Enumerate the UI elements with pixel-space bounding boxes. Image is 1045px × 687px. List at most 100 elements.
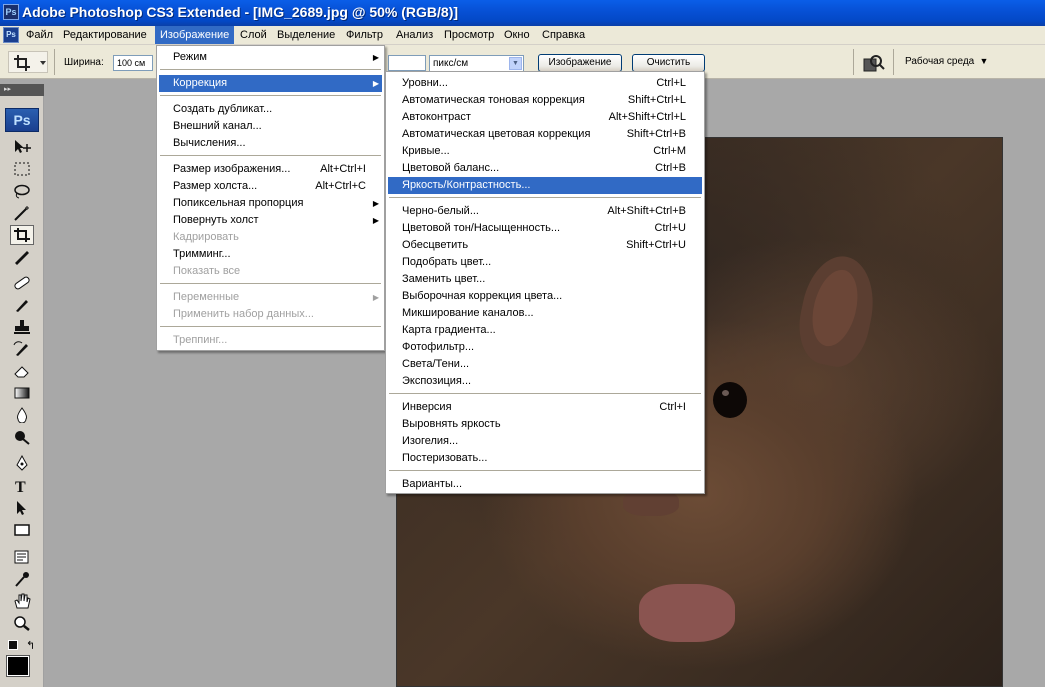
menu-item-calculations[interactable]: Вычисления... [159,135,382,152]
foreground-color-swatch[interactable] [6,655,30,677]
menu-item-shortcut: Alt+Shift+Ctrl+L [608,111,686,123]
menu-item-label: Треппинг... [173,334,228,346]
photoshop-logo[interactable]: Ps [5,108,39,132]
width-label: Ширина: [64,57,104,68]
menu-layer[interactable]: Слой [235,26,272,44]
menu-select[interactable]: Выделение [272,26,340,44]
menu-item-equalize[interactable]: Выровнять яркость [388,416,702,433]
menu-item-label: Показать все [173,265,241,277]
menu-item-invert[interactable]: Инверсия Ctrl+I [388,399,702,416]
magic-wand-tool[interactable] [10,203,34,223]
brush-tool[interactable] [10,295,34,315]
menu-item-gradient-map[interactable]: Карта градиента... [388,322,702,339]
resolution-field[interactable] [388,55,426,71]
menu-item-exposure[interactable]: Экспозиция... [388,373,702,390]
menu-item-brightness-contrast[interactable]: Яркость/Контрастность... [388,177,702,194]
document-icon[interactable]: Ps [3,27,19,43]
menu-item-canvas-size[interactable]: Размер холста... Alt+Ctrl+C [159,178,382,195]
zoom-tool[interactable] [10,613,34,633]
menu-item-auto-color[interactable]: Автоматическая цветовая коррекция Shift+C… [388,126,702,143]
menu-item-image-size[interactable]: Размер изображения... Alt+Ctrl+I [159,161,382,178]
menu-image[interactable]: Изображение [155,26,235,44]
eraser-tool[interactable] [10,361,34,381]
width-field[interactable]: 100 см [113,55,153,71]
gradient-tool[interactable] [10,383,34,403]
menu-item-shadows-highlights[interactable]: Света/Тени... [388,356,702,373]
bridge-button[interactable] [862,53,886,73]
menu-item-mode[interactable]: Режим ▶ [159,49,382,66]
menu-item-shortcut: Ctrl+B [655,162,686,174]
hand-tool[interactable] [10,591,34,611]
crop-tool[interactable] [10,225,34,245]
menu-item-threshold[interactable]: Изогелия... [388,433,702,450]
marquee-tool[interactable] [10,159,34,179]
menu-item-rotate-canvas[interactable]: Повернуть холст ▶ [159,212,382,229]
menu-help[interactable]: Справка [537,26,590,44]
gradient-icon [14,387,30,399]
menu-item-label: Уровни... [402,77,448,89]
menu-item-shortcut: Shift+Ctrl+L [627,94,686,106]
pen-tool[interactable] [10,453,34,473]
menu-item-adjustments[interactable]: Коррекция ▶ [159,75,382,92]
history-brush-icon [13,341,28,356]
tool-preset-picker[interactable] [8,51,48,73]
menu-item-apply-image[interactable]: Внешний канал... [159,118,382,135]
front-image-button[interactable]: Изображение [538,54,622,72]
dodge-tool[interactable] [10,427,34,447]
menu-item-match-color[interactable]: Подобрать цвет... [388,254,702,271]
menu-file[interactable]: Файл [21,26,58,44]
move-tool[interactable] [10,136,34,156]
menu-item-duplicate[interactable]: Создать дубликат... [159,101,382,118]
menu-item-label: Заменить цвет... [402,273,486,285]
menu-item-trim[interactable]: Тримминг... [159,246,382,263]
menu-item-color-balance[interactable]: Цветовой баланс... Ctrl+B [388,160,702,177]
lasso-tool[interactable] [10,181,34,201]
image-paws [639,584,735,642]
menu-item-auto-levels[interactable]: Автоматическая тоновая коррекция Shift+Ct… [388,92,702,109]
magic-wand-icon [14,206,29,221]
menu-edit[interactable]: Редактирование [58,26,152,44]
slice-tool[interactable] [10,247,34,267]
menu-item-auto-contrast[interactable]: Автоконтраст Alt+Shift+Ctrl+L [388,109,702,126]
resolution-unit-select[interactable]: пикс/см ▼ [429,55,524,72]
clone-stamp-tool[interactable] [10,317,34,337]
menu-item-pixel-aspect-ratio[interactable]: Попиксельная пропорция ▶ [159,195,382,212]
panel-collapse-grip[interactable]: ▸▸ [0,84,44,96]
shape-tool[interactable] [10,520,34,540]
blur-tool[interactable] [10,405,34,425]
menu-item-label: Автоконтраст [402,111,471,123]
path-selection-tool[interactable] [10,498,34,518]
menu-item-curves[interactable]: Кривые... Ctrl+M [388,143,702,160]
menu-item-desaturate[interactable]: Обесцветить Shift+Ctrl+U [388,237,702,254]
menu-item-label: Подобрать цвет... [402,256,492,268]
menu-item-label: Автоматическая тоновая коррекция [402,94,585,106]
menu-item-label: Повернуть холст [173,214,259,226]
menu-item-levels[interactable]: Уровни... Ctrl+L [388,75,702,92]
menu-item-label: Кадрировать [173,231,239,243]
menu-item-posterize[interactable]: Постеризовать... [388,450,702,467]
clear-button[interactable]: Очистить [632,54,705,72]
menu-item-hue-saturation[interactable]: Цветовой тон/Насыщенность... Ctrl+U [388,220,702,237]
menu-item-replace-color[interactable]: Заменить цвет... [388,271,702,288]
photoshop-app-icon: Ps [3,4,19,20]
notes-tool[interactable] [10,547,34,567]
menu-item-black-white[interactable]: Черно-белый... Alt+Shift+Ctrl+B [388,203,702,220]
swap-colors-icon[interactable]: ↰ [26,639,35,652]
menu-item-selective-color[interactable]: Выборочная коррекция цвета... [388,288,702,305]
menu-analysis[interactable]: Анализ [391,26,438,44]
bandage-icon [14,276,30,290]
menu-filter[interactable]: Фильтр [341,26,388,44]
menu-item-channel-mixer[interactable]: Микширование каналов... [388,305,702,322]
healing-brush-tool[interactable] [10,273,34,293]
menu-item-apply-data-set: Применить набор данных... [159,306,382,323]
menu-window[interactable]: Окно [499,26,535,44]
eyedropper-tool[interactable] [10,569,34,589]
history-brush-tool[interactable] [10,339,34,359]
default-colors-icon[interactable] [8,640,18,650]
type-tool[interactable]: T [10,476,34,496]
menu-view[interactable]: Просмотр [439,26,499,44]
menu-item-variations[interactable]: Варианты... [388,476,702,493]
workspace-menu[interactable]: Рабочая среда ▼ [905,56,988,67]
menu-item-photo-filter[interactable]: Фотофильтр... [388,339,702,356]
dodge-icon [15,431,30,445]
